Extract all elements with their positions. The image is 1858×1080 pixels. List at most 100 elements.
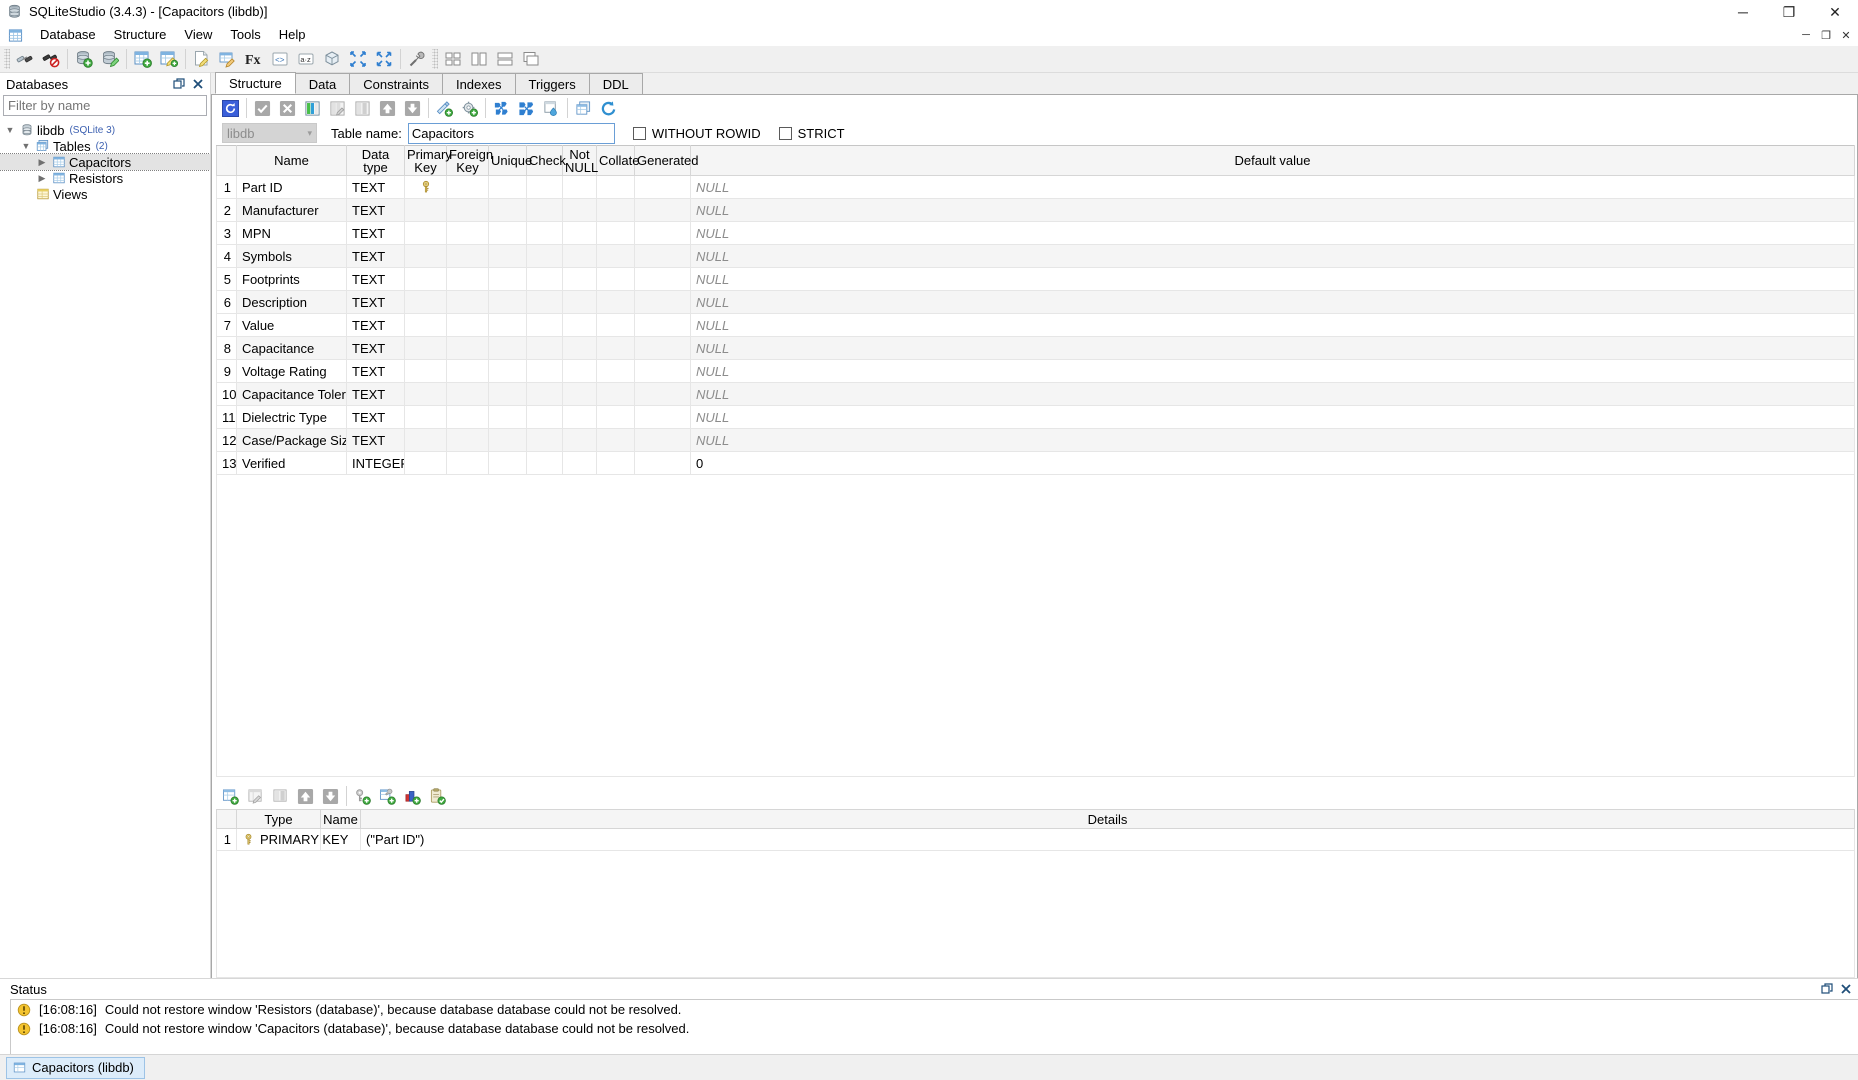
column-datatype-cell[interactable]: TEXT — [346, 405, 405, 429]
table-row[interactable]: 13 Verified INTEGER 0 — [216, 451, 1855, 475]
column-primary-key-cell[interactable] — [404, 336, 447, 360]
column-default-value-cell[interactable]: NULL — [690, 198, 1855, 222]
col-header-not-null[interactable]: Not NULL — [562, 145, 598, 176]
table-row[interactable]: 10Capacitance ToleranceTEXT NULL — [216, 382, 1855, 406]
edit-database-icon[interactable] — [97, 47, 123, 72]
row-number-cell[interactable]: 7 — [216, 313, 237, 337]
move-constraint-down-icon[interactable] — [318, 784, 343, 808]
column-primary-key-cell[interactable] — [404, 405, 447, 429]
row-number-cell[interactable]: 1 — [216, 828, 237, 851]
column-generated-cell[interactable] — [634, 359, 691, 383]
column-default-value-cell[interactable]: NULL — [690, 382, 1855, 406]
close-icon[interactable] — [190, 76, 206, 92]
edit-column-icon[interactable] — [325, 96, 350, 120]
column-generated-cell[interactable] — [634, 405, 691, 429]
column-primary-key-cell[interactable] — [404, 451, 447, 475]
column-generated-cell[interactable] — [634, 313, 691, 337]
column-not-null-cell[interactable] — [562, 428, 597, 452]
mdi-maximize-button[interactable]: ❐ — [1816, 26, 1836, 44]
edit-table-icon[interactable] — [156, 47, 182, 72]
col-header-check[interactable]: Check — [526, 145, 566, 176]
column-not-null-cell[interactable] — [562, 382, 597, 406]
columns-grid-empty-area[interactable] — [216, 475, 1855, 777]
column-primary-key-cell[interactable] — [404, 221, 447, 245]
column-check-cell[interactable] — [526, 428, 563, 452]
column-unique-cell[interactable] — [488, 267, 527, 291]
tab-triggers[interactable]: Triggers — [514, 73, 590, 94]
column-unique-cell[interactable] — [488, 451, 527, 475]
constraint-details-cell[interactable]: ("Part ID") — [360, 828, 1855, 851]
column-generated-cell[interactable] — [634, 175, 691, 199]
column-check-cell[interactable] — [526, 198, 563, 222]
column-datatype-cell[interactable]: TEXT — [346, 382, 405, 406]
col-header-datatype[interactable]: Data type — [346, 145, 405, 176]
column-not-null-cell[interactable] — [562, 198, 597, 222]
column-primary-key-cell[interactable] — [404, 382, 447, 406]
column-default-value-cell[interactable]: NULL — [690, 359, 1855, 383]
strict-checkbox-wrap[interactable]: STRICT — [778, 126, 845, 141]
add-table-constraint-icon[interactable] — [218, 784, 243, 808]
column-primary-key-cell[interactable] — [404, 313, 447, 337]
col-header-name[interactable]: Name — [236, 145, 347, 176]
column-collate-cell[interactable] — [596, 244, 635, 268]
column-unique-cell[interactable] — [488, 428, 527, 452]
column-primary-key-cell[interactable] — [404, 267, 447, 291]
table-row[interactable]: 12 Case/Package Size TEXT NULL — [216, 428, 1855, 452]
table-row[interactable]: 7 Value TEXT NULL — [216, 313, 1855, 337]
column-check-cell[interactable] — [526, 290, 563, 314]
column-primary-key-cell[interactable] — [404, 428, 447, 452]
column-datatype-cell[interactable]: TEXT — [346, 336, 405, 360]
create-index-icon[interactable] — [432, 96, 457, 120]
column-datatype-cell[interactable]: TEXT — [346, 313, 405, 337]
col-header-generated[interactable]: Generated — [634, 145, 698, 176]
column-foreign-key-cell[interactable] — [446, 336, 489, 360]
column-generated-cell[interactable] — [634, 290, 691, 314]
table-row[interactable]: 1 PRIMARY KEY ("Part ID") — [216, 828, 1855, 851]
column-default-value-cell[interactable]: NULL — [690, 313, 1855, 337]
column-name-cell[interactable]: Capacitance Tolerance — [236, 382, 347, 406]
cons-header-rowno[interactable] — [216, 809, 237, 829]
open-sql-editor-icon[interactable] — [189, 47, 215, 72]
column-unique-cell[interactable] — [488, 244, 527, 268]
undock-icon[interactable] — [171, 76, 187, 92]
column-foreign-key-cell[interactable] — [446, 451, 489, 475]
menu-database[interactable]: Database — [31, 24, 105, 46]
create-trigger-icon[interactable] — [457, 96, 482, 120]
row-number-cell[interactable]: 13 — [216, 451, 237, 475]
col-header-default-value[interactable]: Default value — [690, 145, 1855, 176]
move-constraint-up-icon[interactable] — [293, 784, 318, 808]
mdi-close-button[interactable]: ✕ — [1836, 26, 1856, 44]
collation-editor-icon[interactable]: a·z — [293, 47, 319, 72]
close-icon[interactable] — [1838, 981, 1854, 997]
column-check-cell[interactable] — [526, 405, 563, 429]
cons-header-type[interactable]: Type — [236, 809, 321, 829]
column-not-null-cell[interactable] — [562, 405, 597, 429]
column-datatype-cell[interactable]: TEXT — [346, 290, 405, 314]
column-datatype-cell[interactable]: INTEGER — [346, 451, 405, 475]
add-primary-key-icon[interactable] — [350, 784, 375, 808]
mdi-restore-button[interactable]: ─ — [1796, 26, 1816, 44]
column-collate-cell[interactable] — [596, 313, 635, 337]
column-not-null-cell[interactable] — [562, 359, 597, 383]
column-primary-key-cell[interactable] — [404, 244, 447, 268]
column-collate-cell[interactable] — [596, 221, 635, 245]
column-default-value-cell[interactable]: NULL — [690, 428, 1855, 452]
database-select[interactable]: libdb ▾ — [222, 123, 317, 143]
row-number-cell[interactable]: 12 — [216, 428, 237, 452]
cons-header-name[interactable]: Name — [320, 809, 361, 829]
column-generated-cell[interactable] — [634, 336, 691, 360]
column-datatype-cell[interactable]: TEXT — [346, 175, 405, 199]
code-formatter-icon[interactable]: <> — [267, 47, 293, 72]
column-name-cell[interactable]: MPN — [236, 221, 347, 245]
column-check-cell[interactable] — [526, 451, 563, 475]
column-foreign-key-cell[interactable] — [446, 175, 489, 199]
undock-icon[interactable] — [1819, 981, 1835, 997]
column-datatype-cell[interactable]: TEXT — [346, 359, 405, 383]
tile-windows-icon[interactable] — [440, 47, 466, 72]
col-header-foreign-key[interactable]: Foreign Key — [446, 145, 493, 176]
status-message-row[interactable]: [16:08:16] Could not restore window 'Capa… — [11, 1019, 1858, 1038]
delete-table-constraint-icon[interactable] — [268, 784, 293, 808]
column-check-cell[interactable] — [526, 175, 563, 199]
column-foreign-key-cell[interactable] — [446, 198, 489, 222]
add-database-icon[interactable] — [71, 47, 97, 72]
